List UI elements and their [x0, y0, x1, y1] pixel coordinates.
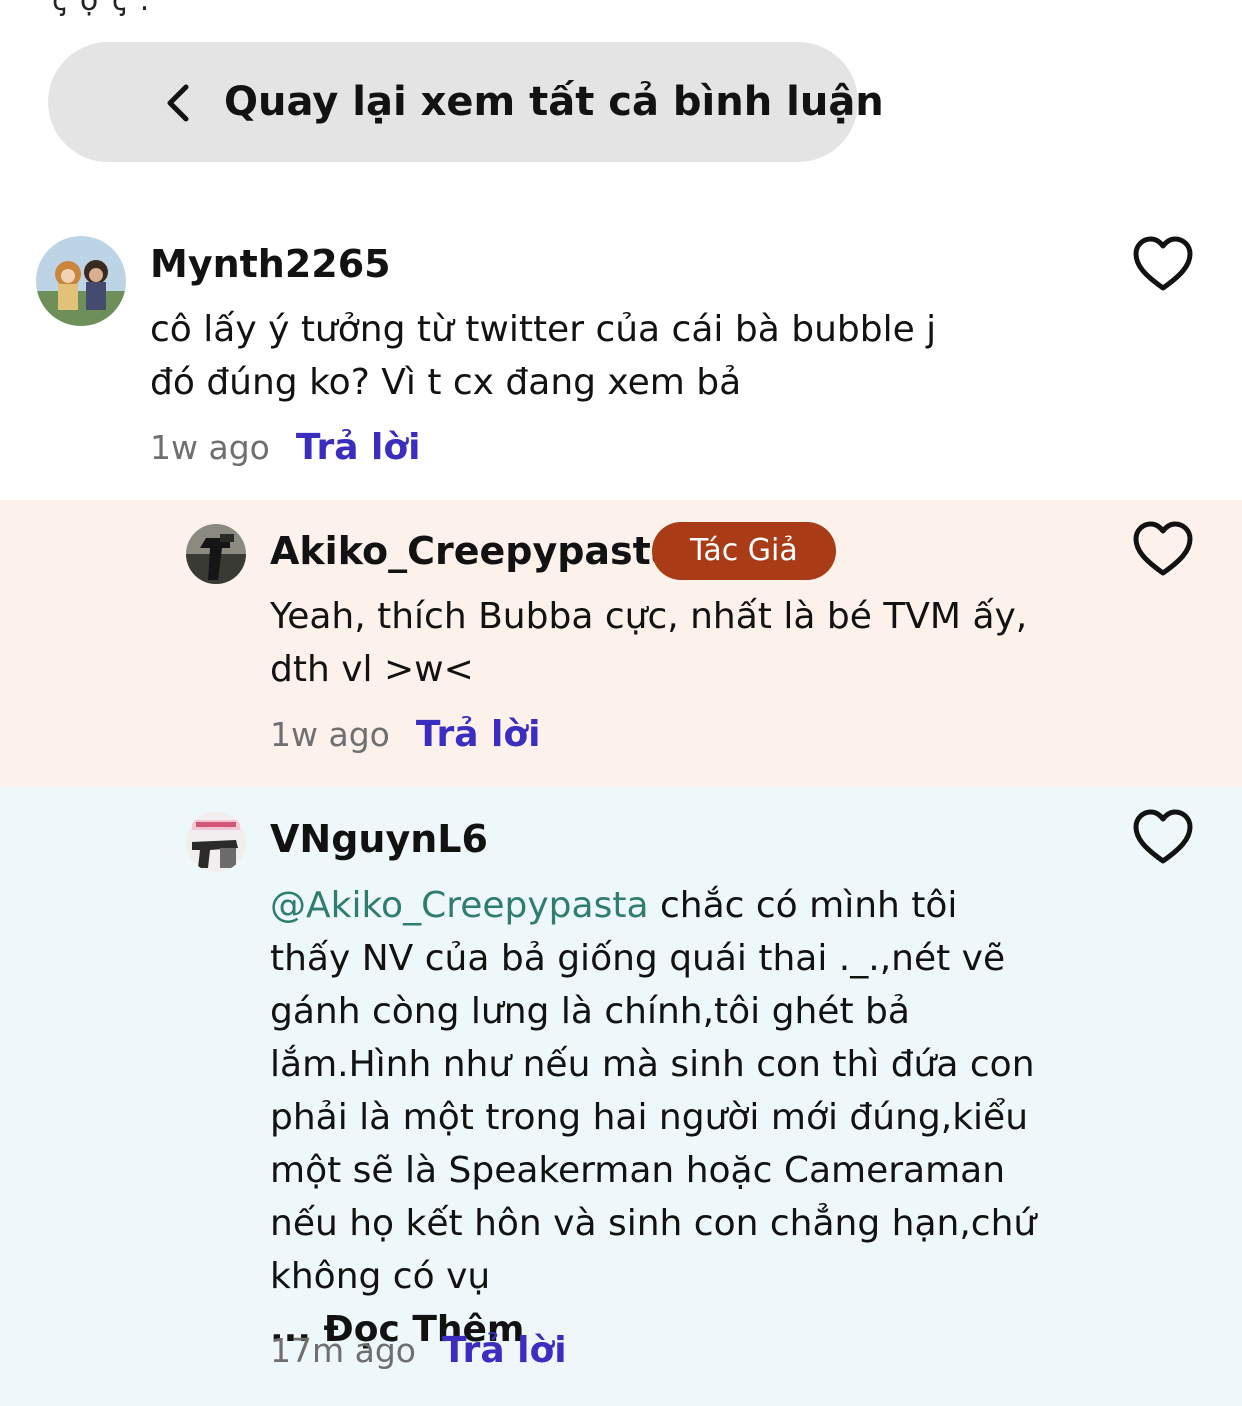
comment-text: Yeah, thích Bubba cực, nhất là bé TVM ấy…	[270, 596, 1028, 690]
heart-icon[interactable]	[1132, 521, 1194, 577]
comment-text: cô lấy ý tưởng từ twitter của cái bà bub…	[150, 309, 937, 403]
timestamp: 1w ago	[270, 715, 390, 754]
author-badge: Tác Giả	[652, 522, 836, 580]
comment-text-body: chắc có mình tôi thấy NV của bả giống qu…	[270, 885, 1037, 1297]
avatar[interactable]	[36, 236, 126, 326]
comment-mynth2265: Mynth2265 cô lấy ý tưởng từ twitter của …	[0, 205, 1242, 500]
chevron-left-icon	[167, 84, 189, 122]
avatar[interactable]	[186, 812, 246, 872]
username[interactable]: VNguynL6	[270, 817, 488, 861]
heart-icon[interactable]	[1132, 809, 1194, 865]
back-to-all-comments-button[interactable]: Quay lại xem tất cả bình luận	[48, 42, 884, 162]
avatar[interactable]	[186, 524, 246, 584]
comment-meta: 1w ago Trả lời	[150, 427, 420, 468]
comment-vnguynl6: VNguynL6 @Akiko_Creepypasta chắc có mình…	[0, 787, 1242, 1406]
comment-akiko-creepypasta: Akiko_Creepypasta Tác Giả Yeah, thích Bu…	[0, 500, 1242, 787]
reply-button[interactable]: Trả lời	[416, 714, 541, 755]
username[interactable]: Mynth2265	[150, 242, 391, 286]
heart-icon[interactable]	[1132, 236, 1194, 292]
back-button-label: Quay lại xem tất cả bình luận	[224, 79, 884, 125]
username[interactable]: Akiko_Creepypasta	[270, 529, 676, 573]
comment-meta: 1w ago Trả lời	[270, 714, 540, 755]
comment-meta: 17m ago Trả lời	[270, 1330, 567, 1371]
mention-link[interactable]: @Akiko_Creepypasta	[270, 885, 649, 926]
reply-button[interactable]: Trả lời	[296, 427, 421, 468]
comment-text: @Akiko_Creepypasta chắc có mình tôi thấy…	[270, 879, 1038, 1356]
timestamp: 17m ago	[270, 1331, 416, 1370]
reply-button[interactable]: Trả lời	[442, 1330, 567, 1371]
cut-off-text: ꞔ ọ ꞔ .	[52, 0, 152, 18]
timestamp: 1w ago	[150, 428, 270, 467]
